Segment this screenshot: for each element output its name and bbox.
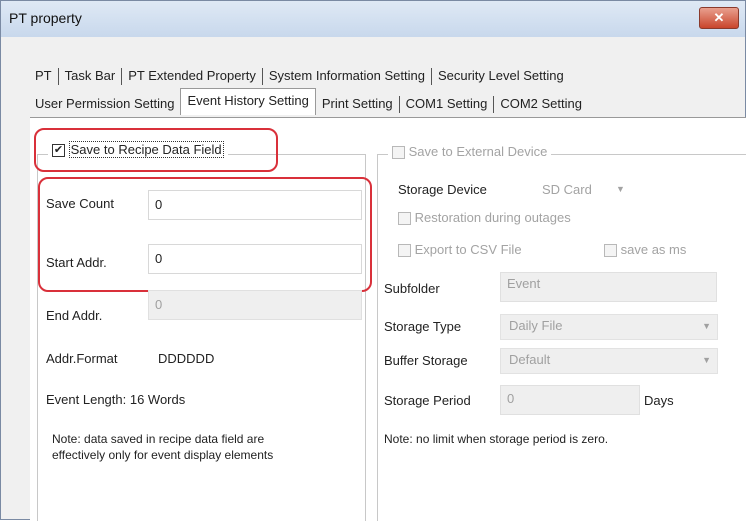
storage-type-select: Daily File ▼ [500, 314, 718, 340]
tab-task-bar[interactable]: Task Bar [59, 65, 122, 87]
storage-device-select: SD Card ▼ [542, 182, 625, 197]
tab-row-2: User Permission Setting Event History Set… [29, 88, 588, 115]
close-button[interactable]: ✕ [699, 7, 739, 29]
save-as-ms-checkbox: save as ms [604, 242, 687, 258]
tab-row-1: PT Task Bar PT Extended Property System Inf… [29, 65, 570, 87]
export-csv-checkbox-box [398, 244, 411, 258]
start-addr-label: Start Addr. [46, 255, 107, 270]
chevron-down-icon: ▼ [616, 184, 625, 194]
external-device-checkbox-label: Save to External Device [408, 144, 548, 159]
save-count-label: Save Count [46, 196, 114, 211]
chevron-down-icon: ▼ [702, 321, 711, 331]
storage-period-unit: Days [644, 393, 674, 408]
recipe-note-line-2: effectively only for event display eleme… [52, 448, 274, 462]
tab-print-setting[interactable]: Print Setting [316, 93, 399, 115]
restoration-checkbox-box [398, 212, 411, 226]
title-bar: PT property ✕ [1, 1, 745, 37]
buffer-storage-label: Buffer Storage [384, 353, 468, 368]
chevron-down-icon: ▼ [702, 355, 711, 365]
export-csv-label: Export to CSV File [414, 242, 522, 257]
end-addr-label: End Addr. [46, 308, 103, 323]
save-as-ms-checkbox-box [604, 244, 617, 258]
storage-type-value: Daily File [509, 318, 563, 333]
event-history-panel: ✔ Save to Recipe Data Field Save Count 0… [30, 117, 746, 521]
external-device-checkbox[interactable]: Save to External Device [388, 144, 552, 160]
tab-com2-setting[interactable]: COM2 Setting [494, 93, 588, 115]
tab-system-information-setting[interactable]: System Information Setting [263, 65, 431, 87]
buffer-storage-value: Default [509, 352, 551, 367]
recipe-data-checkbox-label: Save to Recipe Data Field [68, 141, 224, 158]
storage-device-label: Storage Device [398, 182, 487, 197]
end-addr-input: 0 [148, 290, 362, 320]
restoration-label: Restoration during outages [414, 210, 571, 225]
recipe-data-checkbox[interactable]: ✔ Save to Recipe Data Field [48, 141, 228, 158]
pt-property-dialog: PT property ✕ PT Task Bar PT Extended Prop… [0, 0, 746, 521]
tab-user-permission-setting[interactable]: User Permission Setting [29, 93, 180, 115]
storage-device-value: SD Card [542, 182, 592, 197]
addr-format-value: DDDDDD [158, 351, 215, 366]
storage-period-input: 0 [500, 385, 640, 415]
storage-period-note: Note: no limit when storage period is ze… [384, 432, 609, 446]
storage-type-label: Storage Type [384, 319, 462, 334]
event-length-text: Event Length: 16 Words [46, 392, 186, 407]
window-title: PT property [9, 10, 82, 26]
tab-com1-setting[interactable]: COM1 Setting [400, 93, 494, 115]
subfolder-label: Subfolder [384, 281, 440, 296]
subfolder-input: Event [500, 272, 717, 302]
save-count-input[interactable]: 0 [148, 190, 362, 220]
restoration-checkbox: Restoration during outages [398, 210, 571, 226]
recipe-note-line-1: Note: data saved in recipe data field ar… [52, 432, 265, 446]
external-device-checkbox-box [392, 146, 405, 160]
tab-pt-extended-property[interactable]: PT Extended Property [122, 65, 262, 87]
save-as-ms-label: save as ms [620, 242, 687, 257]
storage-period-label: Storage Period [384, 393, 471, 408]
tab-event-history-setting[interactable]: Event History Setting [180, 88, 316, 115]
addr-format-label: Addr.Format [46, 351, 118, 366]
checkmark-icon: ✔ [52, 144, 65, 158]
buffer-storage-select: Default ▼ [500, 348, 718, 374]
tab-pt[interactable]: PT [29, 65, 58, 87]
start-addr-input[interactable]: 0 [148, 244, 362, 274]
tab-security-level-setting[interactable]: Security Level Setting [432, 65, 570, 87]
export-csv-checkbox: Export to CSV File [398, 242, 522, 258]
